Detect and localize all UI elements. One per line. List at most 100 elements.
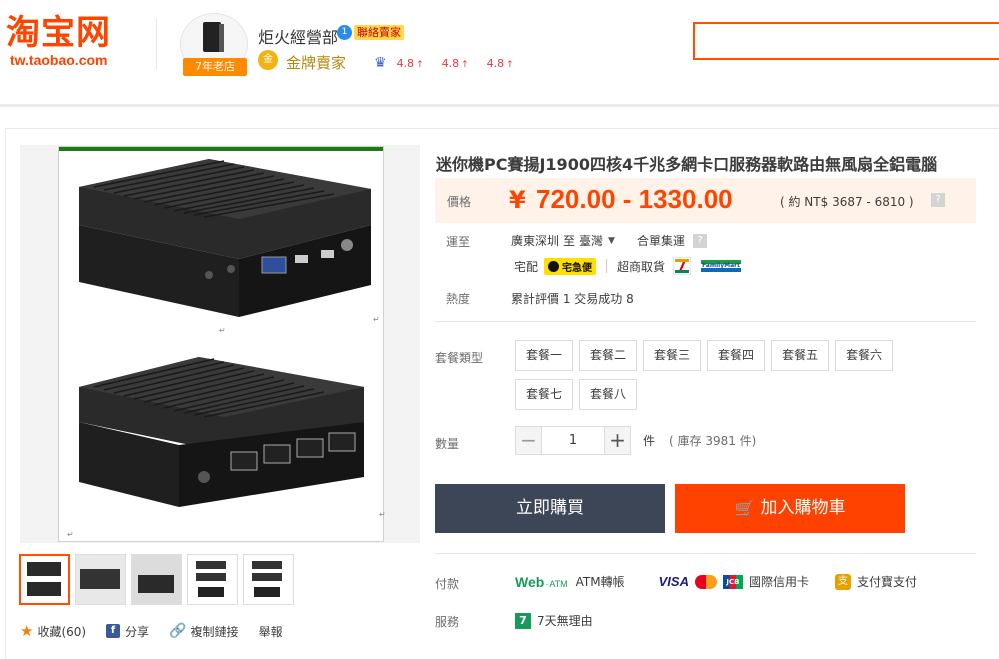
kuroneko-label: 宅急便 xyxy=(562,262,593,274)
taobao-logo[interactable]: 淘宝网 tw.taobao.com xyxy=(6,14,136,68)
qty-label: 數量 xyxy=(435,437,460,451)
years-badge: 7年老店 xyxy=(183,58,247,76)
service-label: 服務 xyxy=(435,615,460,629)
package-option[interactable]: 套餐六 xyxy=(835,340,894,371)
qty-increase-button[interactable]: + xyxy=(604,426,631,455)
jcb-icon: JCB xyxy=(722,574,743,589)
gold-seller-label: 金牌賣家 xyxy=(286,54,347,72)
arrow-up-icon: ↑ xyxy=(461,59,469,70)
mastercard-icon xyxy=(694,574,717,589)
seven-day-return-label: 7天無理由 xyxy=(537,614,593,628)
atm-transfer-label: ATM轉帳 xyxy=(575,575,625,589)
seven-eleven-icon: 7 xyxy=(673,257,692,275)
thumbnail-2[interactable] xyxy=(75,554,126,605)
contact-seller-button[interactable]: 1 聯絡賣家 xyxy=(337,24,404,40)
qty-input[interactable]: 1 xyxy=(542,426,604,455)
thumbnail-3[interactable] xyxy=(131,554,182,605)
report-link[interactable]: 舉報 xyxy=(259,623,283,640)
share-label: 分享 xyxy=(125,624,150,639)
webatm-logo: Web·ATM xyxy=(515,573,568,590)
ship-method: 合單集運 xyxy=(636,234,685,248)
thumbnail-4[interactable] xyxy=(187,554,238,605)
mini-pc-illustration: ↵ ↵ ↵ ↵ xyxy=(67,159,385,539)
visa-logo: VISA xyxy=(658,574,689,589)
package-option[interactable]: 套餐八 xyxy=(579,379,638,410)
report-label: 舉報 xyxy=(258,624,283,639)
share-button[interactable]: f 分享 xyxy=(106,623,149,640)
alipay-label: 支付寶支付 xyxy=(856,575,917,589)
delivery-home-label: 宅配 xyxy=(514,259,539,274)
package-options: 套餐一 套餐二 套餐三 套餐四 套餐五 套餐六 套餐七 套餐八 xyxy=(515,340,945,418)
package-option[interactable]: 套餐五 xyxy=(771,340,830,371)
service-row: 7 7天無理由 xyxy=(515,612,593,629)
link-icon: 🔗 xyxy=(169,623,187,639)
thumbnail-image xyxy=(252,561,282,597)
ship-to-word: 至 xyxy=(563,234,576,248)
buy-now-button[interactable]: 立即購買 xyxy=(435,484,665,533)
sales-label: 熱度 xyxy=(446,292,471,306)
shop-avatar[interactable]: 7年老店 xyxy=(180,13,248,76)
favorite-button[interactable]: ★ 收藏(60) xyxy=(20,622,86,640)
thumbnail-1[interactable] xyxy=(19,554,70,605)
rating-value: 4.8 xyxy=(396,56,415,70)
site-header: 淘宝网 tw.taobao.com 7年老店 炬火經營部 1 聯絡賣家 金 金牌… xyxy=(0,0,999,105)
header-divider xyxy=(156,18,157,70)
qty-stock: ( 庫存 3981 件) xyxy=(669,434,757,448)
add-to-cart-button[interactable]: 🛒 加入購物車 xyxy=(675,484,905,533)
favorite-label: 收藏(60) xyxy=(37,624,87,639)
copy-link-button[interactable]: 🔗 複制鏈接 xyxy=(169,623,238,640)
shop-name[interactable]: 炬火經營部 xyxy=(258,24,338,48)
contact-count-badge: 1 xyxy=(337,24,352,40)
seven-day-return-icon: 7 xyxy=(515,612,531,629)
facebook-icon: f xyxy=(106,624,121,638)
thumbnail-image xyxy=(196,561,226,597)
webatm-small: ATM xyxy=(549,578,568,589)
search-input[interactable] xyxy=(693,22,999,60)
qty-decrease-button[interactable]: − xyxy=(515,426,542,455)
package-option[interactable]: 套餐二 xyxy=(579,340,638,371)
section-divider xyxy=(435,553,976,554)
price-currency: ¥ xyxy=(509,186,526,214)
rating-value: 4.8 xyxy=(486,56,505,70)
contact-seller-label: 聯絡賣家 xyxy=(354,24,404,40)
familymart-logo: FamilyMart xyxy=(701,260,742,272)
quantity-stepper: − 1 + 件 ( 庫存 3981 件) xyxy=(515,426,756,455)
package-option[interactable]: 套餐一 xyxy=(515,340,574,371)
ship-label: 運至 xyxy=(446,235,471,249)
svg-text:↵: ↵ xyxy=(67,530,74,539)
ship-to-value: 臺灣 xyxy=(579,234,604,248)
help-icon[interactable]: ? xyxy=(692,233,707,248)
rating-logistics: 4.8 ↑ xyxy=(487,57,514,70)
store-pickup-label: 超商取貨 xyxy=(617,259,666,274)
ship-to-select[interactable]: 臺灣 ▼ xyxy=(579,232,615,249)
payment-methods: Web·ATM ATM轉帳 VISA JCB 國際信用卡 支 支付寶支付 xyxy=(515,573,917,590)
rating-value: 4.8 xyxy=(441,56,460,70)
logo-url: tw.taobao.com xyxy=(10,52,108,68)
ship-from: 廣東深圳 xyxy=(511,234,560,248)
thumbnail-strip xyxy=(19,554,294,605)
price-label: 價格 xyxy=(447,195,472,209)
package-label: 套餐類型 xyxy=(435,351,484,365)
crown-icon: ♛ xyxy=(374,55,387,71)
main-product-image[interactable]: ↵ ↵ ↵ ↵ xyxy=(58,146,385,542)
svg-text:↵: ↵ xyxy=(379,510,385,519)
package-option[interactable]: 套餐七 xyxy=(515,379,574,410)
rating-description: 4.8 ↑ xyxy=(397,57,424,70)
gold-medal-icon: 金 xyxy=(258,50,278,70)
star-icon: ★ xyxy=(20,622,34,640)
credit-card-label: 國際信用卡 xyxy=(748,575,809,589)
package-option[interactable]: 套餐三 xyxy=(643,340,702,371)
logo-text: 淘宝网 xyxy=(6,13,111,53)
product-title: 迷你機PC賽揚J1900四核4千兆多網卡口服務器軟路由無風扇全鋁電腦 xyxy=(436,155,938,174)
add-to-cart-label: 加入購物車 xyxy=(760,498,846,518)
shop-ratings: ♛ 4.8 ↑ 4.8 ↑ 4.8 ↑ xyxy=(374,55,526,71)
thumbnail-image xyxy=(132,555,181,604)
price-ntd: ( 約 NT$ 3687 - 6810 ) xyxy=(780,195,914,209)
package-option[interactable]: 套餐四 xyxy=(707,340,766,371)
thumbnail-5[interactable] xyxy=(243,554,294,605)
price-box: 價格 ¥ 720.00 - 1330.00 ( 約 NT$ 3687 - 681… xyxy=(435,178,976,223)
cat-icon xyxy=(548,260,560,272)
help-icon[interactable]: ? xyxy=(931,193,945,207)
social-actions: ★ 收藏(60) f 分享 🔗 複制鏈接 舉報 xyxy=(20,622,303,640)
arrow-up-icon: ↑ xyxy=(416,59,424,70)
